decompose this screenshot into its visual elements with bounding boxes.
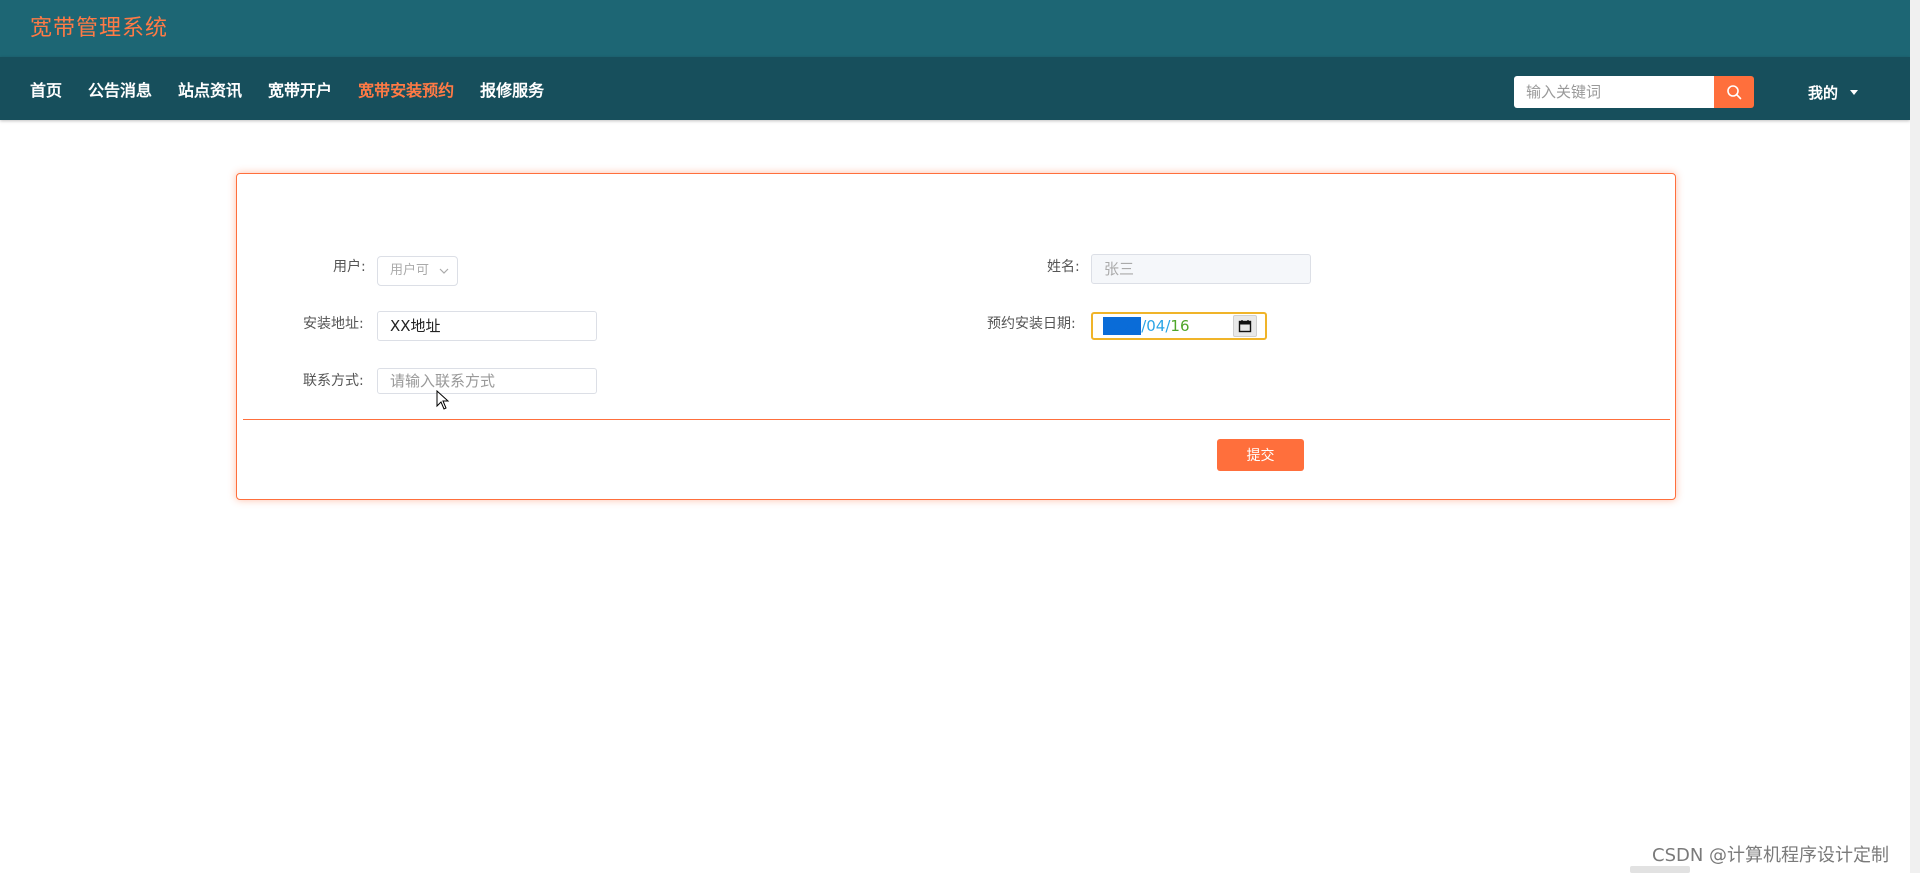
chevron-down-icon <box>439 268 449 274</box>
nav-items: 首页 公告消息 站点资讯 宽带开户 宽带安装预约 报修服务 <box>30 57 570 120</box>
calendar-icon <box>1238 320 1252 333</box>
top-header: 宽带管理系统 <box>0 0 1910 57</box>
nav-item-announcements[interactable]: 公告消息 <box>88 77 152 101</box>
form-divider <box>243 419 1670 420</box>
date-year: 2022 <box>1103 317 1142 335</box>
date-label: 预约安装日期: <box>987 316 1076 332</box>
search-button[interactable] <box>1714 76 1754 108</box>
search-box <box>1514 76 1754 108</box>
search-icon <box>1727 85 1742 100</box>
user-select-value: 用户可 <box>390 263 430 278</box>
user-menu-label: 我的 <box>1808 84 1839 102</box>
name-field[interactable]: 张三 <box>1091 254 1311 284</box>
mouse-pointer-icon <box>436 390 450 410</box>
site-title: 宽带管理系统 <box>30 16 169 41</box>
address-label: 安装地址: <box>303 316 364 332</box>
watermark-fragment <box>1630 866 1690 873</box>
scrollbar[interactable] <box>1910 0 1920 873</box>
contact-field[interactable]: 请输入联系方式 <box>377 368 597 394</box>
address-field[interactable]: XX地址 <box>377 311 597 341</box>
name-label: 姓名: <box>1047 259 1080 275</box>
user-label: 用户: <box>333 259 366 275</box>
calendar-button[interactable] <box>1233 315 1257 337</box>
booking-form: 用户: 用户可 姓名: 张三 安装地址: XX地址 预约安装日期: 2022/0… <box>236 173 1676 500</box>
caret-down-icon <box>1850 90 1859 95</box>
date-month: 04 <box>1146 317 1166 335</box>
search-input[interactable] <box>1514 76 1714 108</box>
install-date-field[interactable]: 2022/04/16 <box>1091 312 1267 340</box>
submit-button[interactable]: 提交 <box>1217 439 1304 471</box>
nav-item-broadband-open[interactable]: 宽带开户 <box>268 77 332 101</box>
page: 宽带管理系统 首页 公告消息 站点资讯 宽带开户 宽带安装预约 报修服务 我的 … <box>0 0 1920 873</box>
contact-label: 联系方式: <box>303 373 364 389</box>
date-day: 16 <box>1170 317 1190 335</box>
nav-item-site-news[interactable]: 站点资讯 <box>178 77 242 101</box>
watermark: CSDN @计算机程序设计定制 <box>1652 845 1890 866</box>
user-select[interactable]: 用户可 <box>377 256 458 286</box>
user-menu[interactable]: 我的 <box>1808 82 1859 103</box>
nav-item-repair-service[interactable]: 报修服务 <box>480 77 544 101</box>
nav-item-home[interactable]: 首页 <box>30 77 62 101</box>
nav-item-install-booking[interactable]: 宽带安装预约 <box>358 77 454 101</box>
